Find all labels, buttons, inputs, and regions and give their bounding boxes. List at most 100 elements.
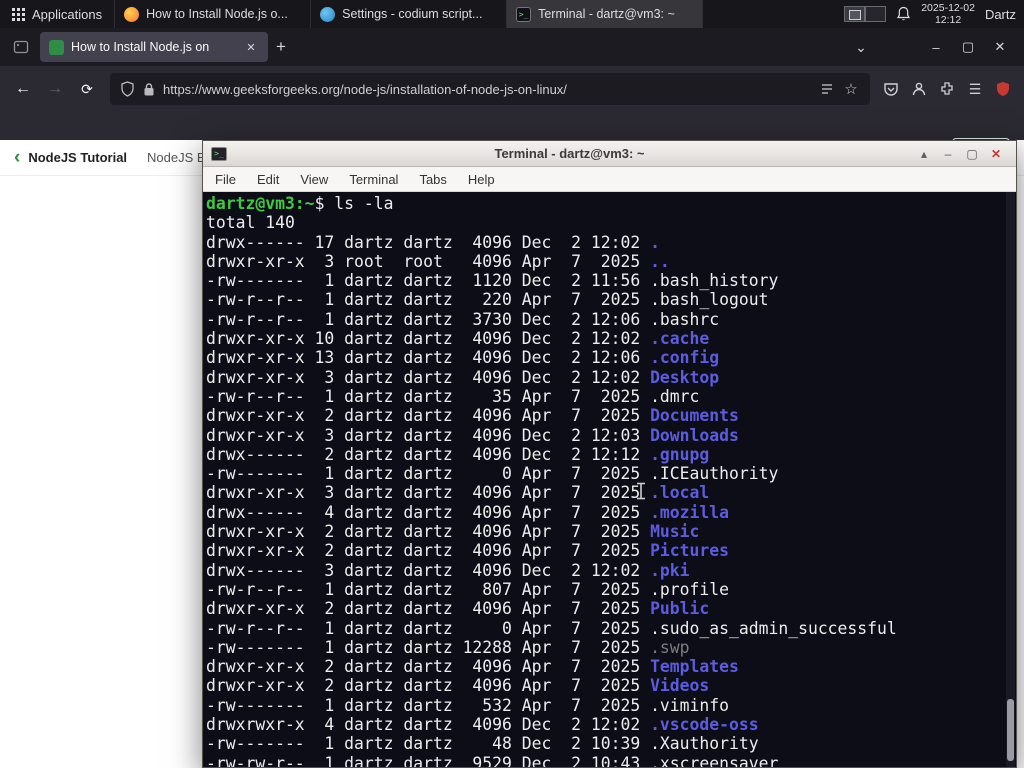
workspace-pager[interactable] <box>844 6 887 22</box>
tab-bar: How to Install Node.js on ✕ + ⌄ – ▢ ✕ <box>0 28 1024 66</box>
url-text[interactable]: https://www.geeksforgeeks.org/node-js/in… <box>163 82 812 97</box>
account-icon[interactable] <box>906 76 932 102</box>
new-tab-button[interactable]: + <box>268 34 294 60</box>
task-label: How to Install Node.js o... <box>146 7 288 21</box>
panel-clock[interactable]: 2025-12-02 12:12 <box>921 2 975 26</box>
terminal-line: -rw------- 1 dartz dartz 12288 Apr 7 202… <box>206 637 690 657</box>
applications-menu-button[interactable]: Applications <box>0 0 114 28</box>
reader-mode-icon[interactable] <box>820 82 834 96</box>
terminal-line: drwxrwxr-x 4 dartz dartz 4096 Dec 2 12:0… <box>206 715 759 735</box>
taskbar-item-codium[interactable]: Settings - codium script... <box>311 0 508 28</box>
menu-hamburger-icon[interactable]: ☰ <box>962 76 988 102</box>
menu-view[interactable]: View <box>300 172 328 187</box>
terminal-line: -rw-r--r-- 1 dartz dartz 220 Apr 7 2025 … <box>206 290 769 310</box>
terminal-line: drwx------ 4 dartz dartz 4096 Apr 7 2025… <box>206 502 730 522</box>
terminal-line: drwxr-xr-x 2 dartz dartz 4096 Apr 7 2025… <box>206 657 739 677</box>
terminal-line: drwxr-xr-x 2 dartz dartz 4096 Apr 7 2025… <box>206 406 739 426</box>
terminal-line: dartz@vm3:~$ ls -la <box>206 194 394 213</box>
terminal-line: -rw------- 1 dartz dartz 0 Apr 7 2025 .I… <box>206 464 779 484</box>
terminal-scrollbar[interactable] <box>1006 192 1015 767</box>
workspace-1[interactable] <box>844 6 866 22</box>
tab-title: How to Install Node.js on <box>71 40 210 54</box>
terminal-icon: >_ <box>516 6 532 22</box>
terminal-minimize-button[interactable]: – <box>936 147 960 161</box>
window-minimize-button[interactable]: – <box>920 33 952 61</box>
menu-help[interactable]: Help <box>468 172 495 187</box>
task-label: Settings - codium script... <box>342 7 483 21</box>
terminal-line: drwxr-xr-x 3 dartz dartz 4096 Dec 2 12:0… <box>206 425 739 445</box>
back-button[interactable]: ← <box>8 74 38 104</box>
terminal-line: drwxr-xr-x 13 dartz dartz 4096 Dec 2 12:… <box>206 348 720 368</box>
tab-close-icon[interactable]: ✕ <box>243 39 259 55</box>
applications-grid-icon <box>12 7 25 21</box>
terminal-scrollbar-thumb[interactable] <box>1007 699 1014 761</box>
nav-scroll-left-icon[interactable]: ‹ <box>14 147 20 169</box>
nav-current-item[interactable]: NodeJS Tutorial <box>28 150 127 165</box>
terminal-line: -rw-r--r-- 1 dartz dartz 3730 Dec 2 12:0… <box>206 309 720 329</box>
terminal-shade-button[interactable]: ▴ <box>912 147 936 161</box>
browser-tab-active[interactable]: How to Install Node.js on ✕ <box>40 32 268 62</box>
terminal-app-icon: >_ <box>211 146 227 161</box>
window-maximize-button[interactable]: ▢ <box>952 33 984 61</box>
terminal-line: -rw-r--r-- 1 dartz dartz 0 Apr 7 2025 .s… <box>206 618 897 638</box>
bookmark-star-icon[interactable]: ☆ <box>842 76 860 102</box>
forward-button[interactable]: → <box>40 74 70 104</box>
terminal-line: drwxr-xr-x 2 dartz dartz 4096 Apr 7 2025… <box>206 522 700 542</box>
menu-file[interactable]: File <box>215 172 236 187</box>
terminal-window: >_ Terminal - dartz@vm3: ~ ▴ – ▢ ✕ File … <box>202 140 1017 768</box>
clock-time: 12:12 <box>934 14 962 26</box>
terminal-maximize-button[interactable]: ▢ <box>960 147 984 161</box>
terminal-line: drwxr-xr-x 2 dartz dartz 4096 Apr 7 2025… <box>206 599 710 619</box>
terminal-screen[interactable]: dartz@vm3:~$ ls -la total 140 drwx------ 1… <box>203 192 1016 767</box>
terminal-line: drwxr-xr-x 2 dartz dartz 4096 Apr 7 2025… <box>206 541 730 561</box>
terminal-line: -rw-rw-r-- 1 dartz dartz 9529 Dec 2 10:4… <box>206 753 779 767</box>
applications-label: Applications <box>32 6 103 22</box>
terminal-close-button[interactable]: ✕ <box>984 147 1008 161</box>
terminal-line: drwxr-xr-x 3 dartz dartz 4096 Apr 7 2025… <box>206 483 710 503</box>
codium-icon <box>320 6 336 22</box>
terminal-line: -rw------- 1 dartz dartz 532 Apr 7 2025 … <box>206 695 730 715</box>
pocket-icon[interactable] <box>878 76 904 102</box>
notification-bell-icon[interactable] <box>896 6 911 22</box>
terminal-line: drwx------ 17 dartz dartz 4096 Dec 2 12:… <box>206 232 660 252</box>
tracking-shield-icon[interactable] <box>120 81 135 97</box>
list-all-tabs-icon[interactable]: ⌄ <box>848 34 874 60</box>
clock-date: 2025-12-02 <box>921 2 975 14</box>
menu-tabs[interactable]: Tabs <box>419 172 446 187</box>
mouse-text-cursor <box>637 482 645 500</box>
terminal-line: drwx------ 2 dartz dartz 4096 Dec 2 12:1… <box>206 444 710 464</box>
terminal-line: drwx------ 3 dartz dartz 4096 Dec 2 12:0… <box>206 560 690 580</box>
gfg-favicon <box>49 39 64 55</box>
firefox-view-icon[interactable] <box>8 34 34 60</box>
terminal-title: Terminal - dartz@vm3: ~ <box>494 146 645 161</box>
terminal-line: drwxr-xr-x 2 dartz dartz 4096 Apr 7 2025… <box>206 676 710 696</box>
lock-icon[interactable] <box>143 82 155 97</box>
terminal-output: dartz@vm3:~$ ls -la total 140 drwx------ 1… <box>206 194 1016 767</box>
reload-button[interactable]: ⟳ <box>72 74 102 104</box>
terminal-line: -rw------- 1 dartz dartz 48 Dec 2 10:39 … <box>206 734 759 754</box>
browser-toolbar: ← → ⟳ https://www.geeksforgeeks.org/node… <box>0 66 1024 112</box>
terminal-line: total 140 <box>206 213 295 233</box>
menu-terminal[interactable]: Terminal <box>349 172 398 187</box>
terminal-line: drwxr-xr-x 3 root root 4096 Apr 7 2025 .… <box>206 251 670 271</box>
menu-edit[interactable]: Edit <box>257 172 279 187</box>
terminal-menubar: File Edit View Terminal Tabs Help <box>203 167 1016 192</box>
task-label: Terminal - dartz@vm3: ~ <box>538 7 675 21</box>
panel-tray: 2025-12-02 12:12 Dartz <box>844 0 1024 28</box>
desktop-panel: Applications How to Install Node.js o...… <box>0 0 1024 28</box>
terminal-line: -rw-r--r-- 1 dartz dartz 807 Apr 7 2025 … <box>206 579 730 599</box>
terminal-line: drwxr-xr-x 3 dartz dartz 4096 Dec 2 12:0… <box>206 367 720 387</box>
extensions-puzzle-icon[interactable] <box>934 76 960 102</box>
window-close-button[interactable]: ✕ <box>984 33 1016 61</box>
firefox-icon <box>124 6 140 22</box>
terminal-titlebar[interactable]: >_ Terminal - dartz@vm3: ~ ▴ – ▢ ✕ <box>203 141 1016 167</box>
terminal-line: drwxr-xr-x 10 dartz dartz 4096 Dec 2 12:… <box>206 329 710 349</box>
taskbar-item-terminal[interactable]: >_ Terminal - dartz@vm3: ~ <box>507 0 704 28</box>
taskbar-item-firefox[interactable]: How to Install Node.js o... <box>115 0 312 28</box>
terminal-line: -rw------- 1 dartz dartz 1120 Dec 2 11:5… <box>206 271 779 291</box>
workspace-2[interactable] <box>865 6 887 22</box>
panel-user-label[interactable]: Dartz <box>985 7 1018 22</box>
red-shield-extension-icon[interactable] <box>990 76 1016 102</box>
url-bar[interactable]: https://www.geeksforgeeks.org/node-js/in… <box>110 73 870 105</box>
terminal-line: -rw-r--r-- 1 dartz dartz 35 Apr 7 2025 .… <box>206 386 700 406</box>
